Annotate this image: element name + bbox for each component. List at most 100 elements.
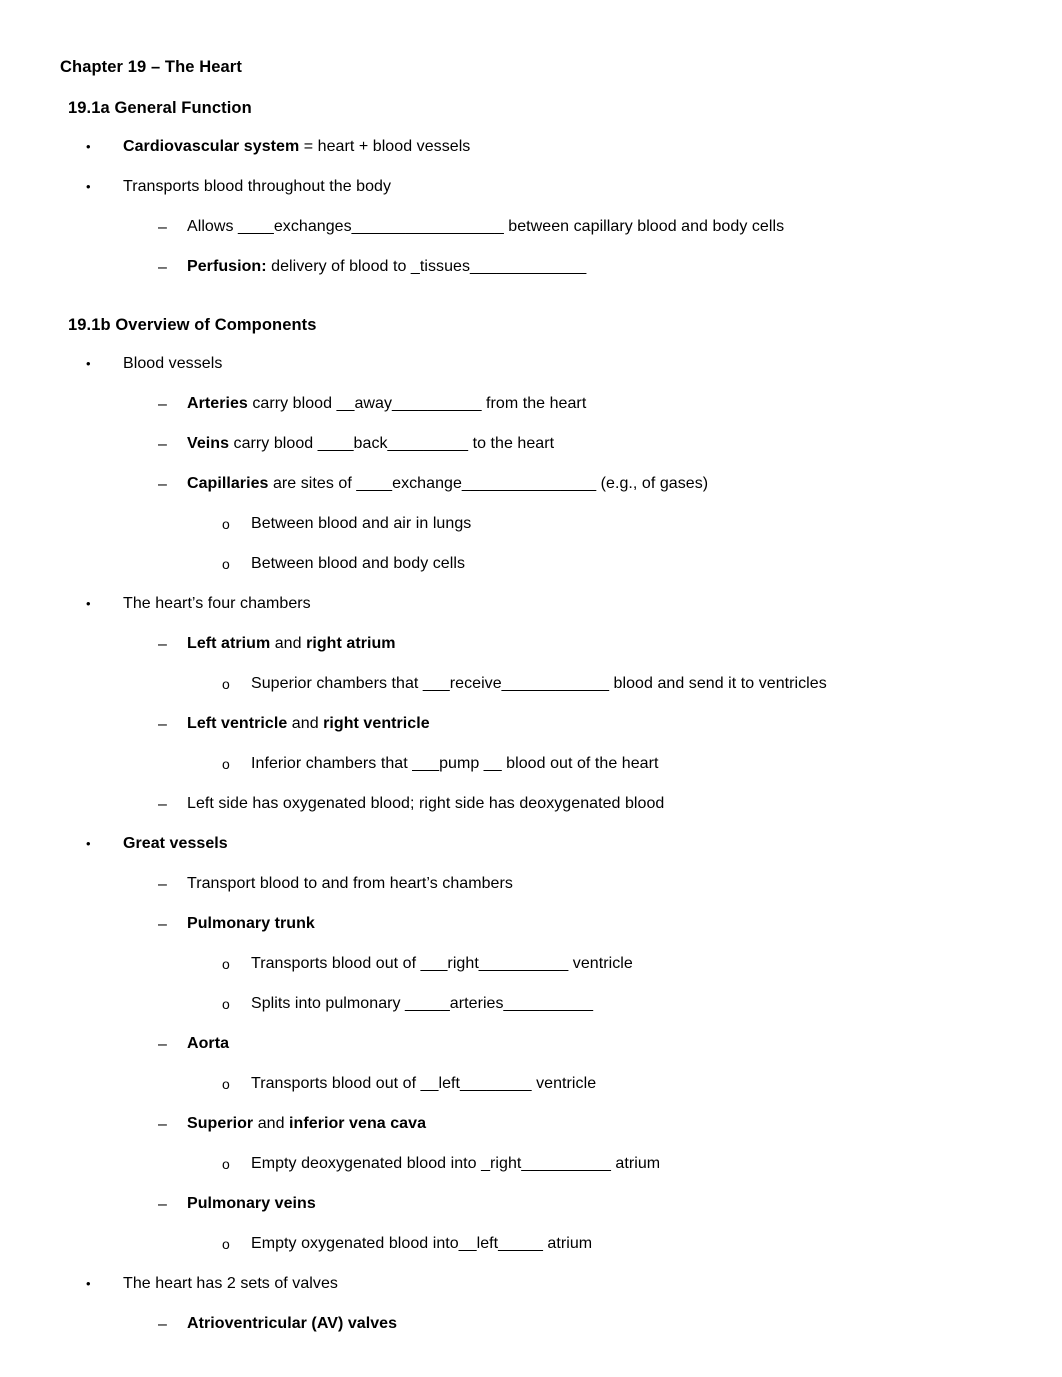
- outline-item-text: Arteries carry blood __away__________ fr…: [187, 393, 1002, 414]
- term-bold: Arteries: [187, 395, 248, 412]
- outline-item-level-1: • Great vessels: [86, 833, 1002, 854]
- outline-item-text: Empty deoxygenated blood into _right____…: [251, 1153, 1002, 1174]
- outline-item-text: Blood vessels: [123, 353, 1002, 374]
- outline-item-text: Aorta: [187, 1033, 1002, 1054]
- bullet-dash-icon: –: [158, 1116, 167, 1133]
- outline-item-level-2: – Transport blood to and from heart’s cha…: [158, 873, 1002, 894]
- item-body-text: Empty deoxygenated blood into _right____…: [251, 1155, 661, 1172]
- outline-item-level-2: – Left atrium and right atrium: [158, 633, 1002, 654]
- document-page: Chapter 19 – The Heart 19.1a General Fun…: [0, 0, 1062, 1377]
- term-bold: Great vessels: [123, 835, 228, 852]
- outline-item-level-1: • Blood vessels: [86, 353, 1002, 374]
- bullet-circle-icon: o: [222, 556, 230, 572]
- outline-item-level-3: o Superior chambers that ___receive______…: [222, 673, 1002, 694]
- bullet-dot-icon: •: [86, 1276, 91, 1291]
- bullet-dash-icon: –: [158, 1196, 167, 1213]
- item-body-text: and: [287, 715, 324, 732]
- bullet-circle-icon: o: [222, 1236, 230, 1252]
- item-body-text: Left side has oxygenated blood; right si…: [187, 795, 665, 812]
- outline-item-text: Between blood and air in lungs: [251, 513, 1002, 534]
- term-bold: right ventricle: [323, 715, 430, 732]
- outline-item-level-2: – Aorta: [158, 1033, 1002, 1054]
- outline-item-text: The heart has 2 sets of valves: [123, 1273, 1002, 1294]
- outline-item-level-2: – Left side has oxygenated blood; right s…: [158, 793, 1002, 814]
- outline-item-text: Splits into pulmonary _____arteries_____…: [251, 993, 1002, 1014]
- item-body-text: Splits into pulmonary _____arteries_____…: [251, 995, 594, 1012]
- chapter-title: Chapter 19 – The Heart: [60, 58, 242, 76]
- outline-item-text: Perfusion: delivery of blood to _tissues…: [187, 256, 1002, 277]
- bullet-dot-icon: •: [86, 596, 91, 611]
- outline-item-text: Veins carry blood ____back_________ to t…: [187, 433, 1002, 454]
- item-body-text: Transports blood out of __left________ v…: [251, 1075, 597, 1092]
- term-bold: Superior: [187, 1115, 254, 1132]
- outline-item-text: Transports blood out of ___right________…: [251, 953, 1002, 974]
- bullet-dot-icon: •: [86, 179, 91, 194]
- bullet-circle-icon: o: [222, 956, 230, 972]
- item-body-text: and: [253, 1115, 290, 1132]
- outline-item-text: Pulmonary veins: [187, 1193, 1002, 1214]
- term-bold: Perfusion:: [187, 258, 267, 275]
- outline-item-text: Pulmonary trunk: [187, 913, 1002, 934]
- item-body-text: = heart + blood vessels: [299, 138, 471, 155]
- item-body-text: Transport blood to and from heart’s cham…: [187, 875, 513, 892]
- outline-item-text: Between blood and body cells: [251, 553, 1002, 574]
- term-bold: Atrioventricular (AV) valves: [187, 1315, 398, 1332]
- bullet-circle-icon: o: [222, 516, 230, 532]
- term-bold: Left atrium: [187, 635, 271, 652]
- outline-item-level-3: o Between blood and air in lungs: [222, 513, 1002, 534]
- outline-item-text: Transport blood to and from heart’s cham…: [187, 873, 1002, 894]
- outline-item-text: Cardiovascular system = heart + blood ve…: [123, 136, 1002, 157]
- bullet-dash-icon: –: [158, 1036, 167, 1053]
- outline-item-level-3: o Empty oxygenated blood into__left_____ …: [222, 1233, 1002, 1254]
- outline-item-level-3: o Inferior chambers that ___pump __ blood…: [222, 753, 1002, 774]
- document-body: Chapter 19 – The Heart 19.1a General Fun…: [0, 0, 1062, 1353]
- bullet-dot-icon: •: [86, 139, 91, 154]
- term-bold: right atrium: [306, 635, 396, 652]
- bullet-dash-icon: –: [158, 219, 167, 236]
- section-heading: 19.1a General Function: [68, 99, 252, 117]
- bullet-dash-icon: –: [158, 396, 167, 413]
- item-body-text: Empty oxygenated blood into__left_____ a…: [251, 1235, 593, 1252]
- outline-item-text: Transports blood throughout the body: [123, 176, 1002, 197]
- item-body-text: Inferior chambers that ___pump __ blood …: [251, 755, 659, 772]
- item-body-text: Between blood and body cells: [251, 555, 465, 572]
- term-bold: Pulmonary veins: [187, 1195, 316, 1212]
- outline-item-level-3: o Splits into pulmonary _____arteries____…: [222, 993, 1002, 1014]
- outline-item-level-3: o Transports blood out of __left________ …: [222, 1073, 1002, 1094]
- bullet-dash-icon: –: [158, 796, 167, 813]
- outline-item-text: Superior chambers that ___receive_______…: [251, 673, 1002, 694]
- outline-item-level-3: o Empty deoxygenated blood into _right___…: [222, 1153, 1002, 1174]
- term-bold: Aorta: [187, 1035, 230, 1052]
- section-heading: 19.1b Overview of Components: [68, 316, 317, 334]
- item-body-text: Allows ____exchanges_________________ be…: [187, 218, 785, 235]
- bullet-circle-icon: o: [222, 996, 230, 1012]
- outline-item-level-2: – Capillaries are sites of ____exchange__…: [158, 473, 1002, 494]
- outline-item-level-1: • The heart has 2 sets of valves: [86, 1273, 1002, 1294]
- outline-item-text: Transports blood out of __left________ v…: [251, 1073, 1002, 1094]
- outline-item-level-3: o Between blood and body cells: [222, 553, 1002, 574]
- bullet-dash-icon: –: [158, 636, 167, 653]
- term-bold: Capillaries: [187, 475, 269, 492]
